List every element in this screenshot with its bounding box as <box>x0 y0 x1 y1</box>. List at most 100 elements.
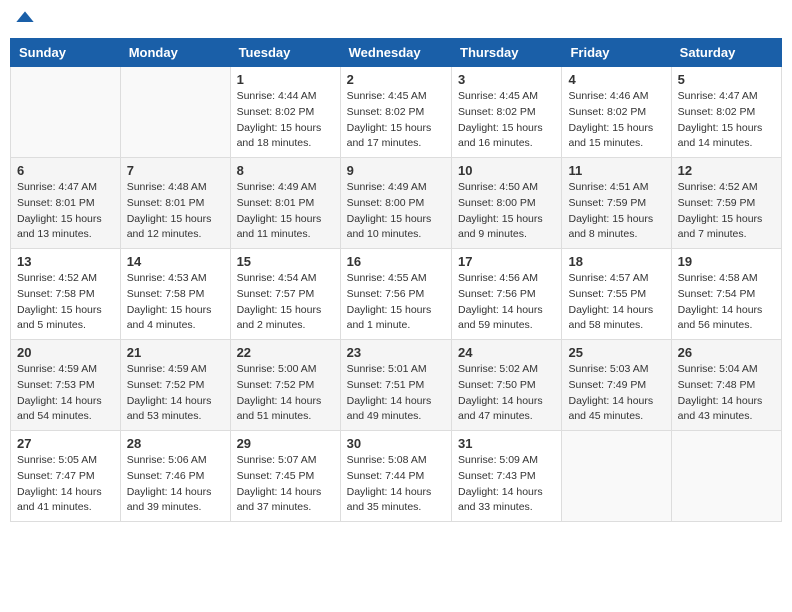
day-number: 20 <box>17 345 114 360</box>
calendar-cell: 4Sunrise: 4:46 AMSunset: 8:02 PMDaylight… <box>562 67 671 158</box>
day-number: 28 <box>127 436 224 451</box>
calendar-cell: 26 Sunrise: 5:04 AMSunset: 7:48 PMDayligh… <box>671 340 781 431</box>
logo <box>15 10 39 30</box>
day-detail: Sunrise: 4:49 AMSunset: 8:01 PMDaylight:… <box>237 180 334 243</box>
day-detail: Sunrise: 5:04 AMSunset: 7:48 PMDaylight:… <box>678 362 775 425</box>
day-detail: Sunrise: 4:57 AMSunset: 7:55 PMDaylight:… <box>568 271 664 334</box>
day-number: 8 <box>237 163 334 178</box>
calendar-cell: 15 Sunrise: 4:54 AMSunset: 7:57 PMDayligh… <box>230 249 340 340</box>
day-detail: Sunrise: 4:45 AMSunset: 8:02 PMDaylight:… <box>458 89 555 152</box>
day-number: 24 <box>458 345 555 360</box>
week-row-5: 27 Sunrise: 5:05 AMSunset: 7:47 PMDayligh… <box>11 431 782 522</box>
calendar-cell: 14 Sunrise: 4:53 AMSunset: 7:58 PMDayligh… <box>120 249 230 340</box>
day-detail: Sunrise: 5:03 AMSunset: 7:49 PMDaylight:… <box>568 362 664 425</box>
day-detail: Sunrise: 4:49 AMSunset: 8:00 PMDaylight:… <box>347 180 445 243</box>
day-number: 2 <box>347 72 445 87</box>
day-detail: Sunrise: 4:52 AMSunset: 7:59 PMDaylight:… <box>678 180 775 243</box>
day-number: 1 <box>237 72 334 87</box>
calendar-cell: 28 Sunrise: 5:06 AMSunset: 7:46 PMDayligh… <box>120 431 230 522</box>
day-detail: Sunrise: 5:06 AMSunset: 7:46 PMDaylight:… <box>127 453 224 516</box>
calendar-cell: 6 Sunrise: 4:47 AMSunset: 8:01 PMDaylight… <box>11 158 121 249</box>
day-number: 27 <box>17 436 114 451</box>
calendar-cell <box>671 431 781 522</box>
day-detail: Sunrise: 4:50 AMSunset: 8:00 PMDaylight:… <box>458 180 555 243</box>
day-detail: Sunrise: 4:52 AMSunset: 7:58 PMDaylight:… <box>17 271 114 334</box>
day-number: 25 <box>568 345 664 360</box>
calendar-cell: 17 Sunrise: 4:56 AMSunset: 7:56 PMDayligh… <box>452 249 562 340</box>
calendar-table: SundayMondayTuesdayWednesdayThursdayFrid… <box>10 38 782 522</box>
week-row-2: 6 Sunrise: 4:47 AMSunset: 8:01 PMDaylight… <box>11 158 782 249</box>
calendar-cell: 1 Sunrise: 4:44 AMSunset: 8:02 PMDaylight… <box>230 67 340 158</box>
day-number: 6 <box>17 163 114 178</box>
day-detail: Sunrise: 4:48 AMSunset: 8:01 PMDaylight:… <box>127 180 224 243</box>
weekday-header-tuesday: Tuesday <box>230 39 340 67</box>
calendar-cell <box>11 67 121 158</box>
calendar-cell: 11Sunrise: 4:51 AMSunset: 7:59 PMDayligh… <box>562 158 671 249</box>
day-number: 12 <box>678 163 775 178</box>
calendar-cell: 22 Sunrise: 5:00 AMSunset: 7:52 PMDayligh… <box>230 340 340 431</box>
calendar-cell: 18 Sunrise: 4:57 AMSunset: 7:55 PMDayligh… <box>562 249 671 340</box>
day-detail: Sunrise: 4:54 AMSunset: 7:57 PMDaylight:… <box>237 271 334 334</box>
day-number: 15 <box>237 254 334 269</box>
day-number: 26 <box>678 345 775 360</box>
day-detail: Sunrise: 4:58 AMSunset: 7:54 PMDaylight:… <box>678 271 775 334</box>
day-number: 4 <box>568 72 664 87</box>
weekday-header-wednesday: Wednesday <box>340 39 451 67</box>
page-header <box>10 10 782 30</box>
day-number: 9 <box>347 163 445 178</box>
calendar-cell: 5 Sunrise: 4:47 AMSunset: 8:02 PMDaylight… <box>671 67 781 158</box>
calendar-cell: 9 Sunrise: 4:49 AMSunset: 8:00 PMDaylight… <box>340 158 451 249</box>
calendar-cell: 2 Sunrise: 4:45 AMSunset: 8:02 PMDaylight… <box>340 67 451 158</box>
calendar-cell: 16Sunrise: 4:55 AMSunset: 7:56 PMDayligh… <box>340 249 451 340</box>
day-number: 18 <box>568 254 664 269</box>
day-detail: Sunrise: 5:02 AMSunset: 7:50 PMDaylight:… <box>458 362 555 425</box>
calendar-cell: 25 Sunrise: 5:03 AMSunset: 7:49 PMDayligh… <box>562 340 671 431</box>
weekday-header-monday: Monday <box>120 39 230 67</box>
day-number: 5 <box>678 72 775 87</box>
day-number: 19 <box>678 254 775 269</box>
calendar-cell <box>120 67 230 158</box>
day-number: 22 <box>237 345 334 360</box>
weekday-header-row: SundayMondayTuesdayWednesdayThursdayFrid… <box>11 39 782 67</box>
day-detail: Sunrise: 4:47 AMSunset: 8:02 PMDaylight:… <box>678 89 775 152</box>
day-detail: Sunrise: 4:59 AMSunset: 7:52 PMDaylight:… <box>127 362 224 425</box>
day-detail: Sunrise: 5:01 AMSunset: 7:51 PMDaylight:… <box>347 362 445 425</box>
calendar-cell: 12 Sunrise: 4:52 AMSunset: 7:59 PMDayligh… <box>671 158 781 249</box>
day-detail: Sunrise: 5:05 AMSunset: 7:47 PMDaylight:… <box>17 453 114 516</box>
day-number: 21 <box>127 345 224 360</box>
day-number: 10 <box>458 163 555 178</box>
day-detail: Sunrise: 4:44 AMSunset: 8:02 PMDaylight:… <box>237 89 334 152</box>
logo-icon <box>15 10 35 30</box>
day-number: 13 <box>17 254 114 269</box>
day-number: 11 <box>568 163 664 178</box>
week-row-3: 13 Sunrise: 4:52 AMSunset: 7:58 PMDayligh… <box>11 249 782 340</box>
day-detail: Sunrise: 4:59 AMSunset: 7:53 PMDaylight:… <box>17 362 114 425</box>
day-detail: Sunrise: 5:08 AMSunset: 7:44 PMDaylight:… <box>347 453 445 516</box>
day-number: 14 <box>127 254 224 269</box>
calendar-cell: 23Sunrise: 5:01 AMSunset: 7:51 PMDayligh… <box>340 340 451 431</box>
day-number: 17 <box>458 254 555 269</box>
day-detail: Sunrise: 5:09 AMSunset: 7:43 PMDaylight:… <box>458 453 555 516</box>
calendar-cell: 21 Sunrise: 4:59 AMSunset: 7:52 PMDayligh… <box>120 340 230 431</box>
day-detail: Sunrise: 5:07 AMSunset: 7:45 PMDaylight:… <box>237 453 334 516</box>
week-row-4: 20 Sunrise: 4:59 AMSunset: 7:53 PMDayligh… <box>11 340 782 431</box>
calendar-cell: 31 Sunrise: 5:09 AMSunset: 7:43 PMDayligh… <box>452 431 562 522</box>
weekday-header-saturday: Saturday <box>671 39 781 67</box>
day-number: 29 <box>237 436 334 451</box>
day-detail: Sunrise: 4:47 AMSunset: 8:01 PMDaylight:… <box>17 180 114 243</box>
day-detail: Sunrise: 4:45 AMSunset: 8:02 PMDaylight:… <box>347 89 445 152</box>
calendar-cell: 30Sunrise: 5:08 AMSunset: 7:44 PMDayligh… <box>340 431 451 522</box>
weekday-header-friday: Friday <box>562 39 671 67</box>
day-detail: Sunrise: 4:53 AMSunset: 7:58 PMDaylight:… <box>127 271 224 334</box>
calendar-cell: 19 Sunrise: 4:58 AMSunset: 7:54 PMDayligh… <box>671 249 781 340</box>
calendar-cell: 7Sunrise: 4:48 AMSunset: 8:01 PMDaylight… <box>120 158 230 249</box>
calendar-cell: 27 Sunrise: 5:05 AMSunset: 7:47 PMDayligh… <box>11 431 121 522</box>
day-detail: Sunrise: 5:00 AMSunset: 7:52 PMDaylight:… <box>237 362 334 425</box>
weekday-header-sunday: Sunday <box>11 39 121 67</box>
calendar-cell: 24 Sunrise: 5:02 AMSunset: 7:50 PMDayligh… <box>452 340 562 431</box>
day-detail: Sunrise: 4:56 AMSunset: 7:56 PMDaylight:… <box>458 271 555 334</box>
day-number: 3 <box>458 72 555 87</box>
day-number: 16 <box>347 254 445 269</box>
day-number: 31 <box>458 436 555 451</box>
weekday-header-thursday: Thursday <box>452 39 562 67</box>
